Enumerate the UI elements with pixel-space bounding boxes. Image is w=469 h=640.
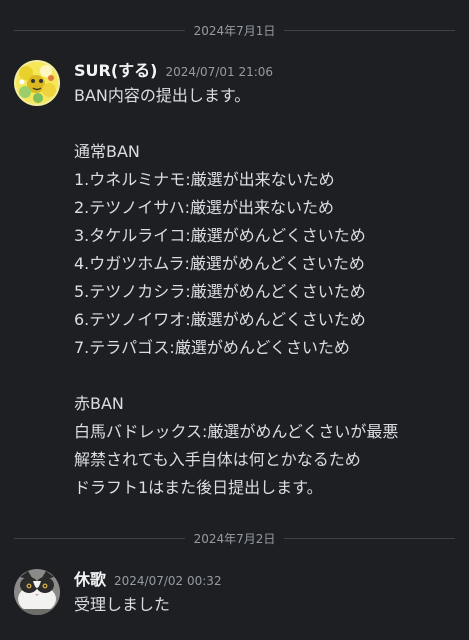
message-line: 通常BAN	[74, 142, 140, 161]
message-line: 3.タケルライコ:厳選がめんどくさいため	[74, 226, 366, 245]
message-line: BAN内容の提出します。	[74, 86, 251, 105]
message-line: ドラフト1はまた後日提出します。	[74, 478, 323, 497]
avatar[interactable]	[14, 60, 60, 106]
message-timestamp: 2024/07/01 21:06	[165, 65, 274, 79]
divider-date: 2024年7月2日	[193, 531, 276, 546]
message-author[interactable]: 休歌	[74, 569, 106, 591]
divider-line	[14, 537, 185, 539]
message-line: 受理しました	[74, 595, 171, 614]
divider-line	[284, 29, 455, 31]
avatar-image	[14, 569, 60, 615]
divider-line	[14, 29, 185, 31]
avatar-image	[14, 60, 60, 106]
message-line: 4.ウガツホムラ:厳選がめんどくさいため	[74, 254, 365, 273]
message-line: 2.テツノイサハ:厳選が出来ないため	[74, 198, 335, 217]
message-author[interactable]: SUR(する)	[74, 60, 157, 82]
message-line: 白馬バドレックス:厳選がめんどくさいが最悪	[74, 422, 399, 441]
divider-date: 2024年7月1日	[193, 23, 276, 38]
message-line: 1.ウネルミナモ:厳選が出来ないため	[74, 170, 335, 189]
message-line: 解禁されても入手自体は何とかなるため	[74, 450, 361, 469]
avatar[interactable]	[14, 569, 60, 615]
date-divider: 2024年7月1日	[14, 20, 455, 40]
message-line: 5.テツノカシラ:厳選がめんどくさいため	[74, 282, 366, 301]
message-line: 7.テラパゴス:厳選がめんどくさいため	[74, 338, 350, 357]
date-divider: 2024年7月2日	[14, 528, 455, 548]
message-line: 6.テツノイワオ:厳選がめんどくさいため	[74, 310, 366, 329]
message-timestamp: 2024/07/02 00:32	[114, 574, 222, 588]
divider-line	[284, 537, 455, 539]
message-line: 赤BAN	[74, 394, 124, 413]
